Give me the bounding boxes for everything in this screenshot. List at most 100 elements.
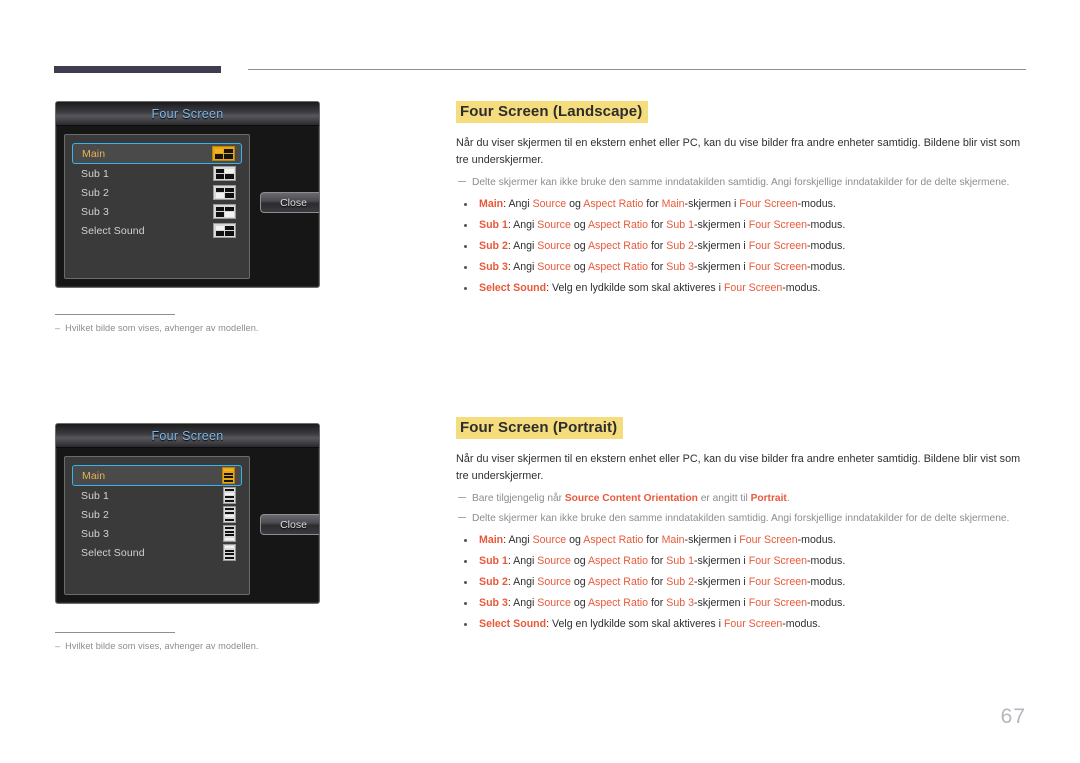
osd-menu-item-sub-2[interactable]: Sub 2 — [72, 505, 242, 524]
bullet-item-sub-1: Sub 1: Angi Source og Aspect Ratio for S… — [456, 218, 1026, 233]
osd-menu-item-label: Sub 3 — [81, 527, 109, 540]
bullet-item-sub-1: Sub 1: Angi Source og Aspect Ratio for S… — [456, 554, 1026, 569]
bullet-text: for — [643, 198, 662, 211]
footnote-portrait: – Hvilket bilde som vises, avhenger av mo… — [55, 641, 258, 651]
stack-icon-row4 — [223, 525, 236, 542]
stack-icon-row2 — [223, 487, 236, 504]
bullet-item-sub-3: Sub 3: Angi Source og Aspect Ratio for S… — [456, 260, 1026, 275]
bullet-ref-aspect-ratio: Aspect Ratio — [587, 597, 649, 610]
osd-menu-list-landscape: Main Sub 1 Sub 2 Sub 3 Select Sound — [64, 134, 250, 279]
osd-menu-item-label: Main — [82, 147, 106, 160]
quadrant-icon-bottom-right — [213, 204, 236, 219]
bullet-text: -skjermen i — [693, 576, 749, 589]
bullet-term: Select Sound — [479, 282, 547, 295]
bullet-term: Sub 1 — [479, 219, 508, 232]
osd-side-panel-portrait: Close — [250, 456, 319, 595]
bullet-text: -modus. — [807, 219, 846, 232]
bullet-term: Sub 2 — [479, 240, 508, 253]
bullet-ref-four-screen: Four Screen — [748, 597, 808, 610]
osd-menu-item-sub-3[interactable]: Sub 3 — [72, 524, 242, 543]
footnote-rule-landscape — [55, 314, 175, 315]
bullet-ref-screen: Sub 1 — [666, 219, 694, 232]
quadrant-icon-top-left — [213, 223, 236, 238]
bullet-text: -skjermen i — [693, 555, 749, 568]
bullet-item-select-sound: Select Sound: Velg en lydkilde som skal … — [456, 617, 1026, 632]
footnote-landscape: – Hvilket bilde som vises, avhenger av mo… — [55, 323, 258, 333]
osd-menu-item-label: Sub 2 — [81, 186, 109, 199]
bullet-item-select-sound: Select Sound: Velg en lydkilde som skal … — [456, 281, 1026, 296]
bullet-text: : Angi — [507, 240, 538, 253]
bullet-text: -skjermen i — [684, 534, 740, 547]
close-button[interactable]: Close — [260, 192, 319, 213]
bullet-text: og — [570, 555, 588, 568]
osd-menu-list-portrait: Main Sub 1 Sub 2 Sub 3 Select Sound — [64, 456, 250, 595]
footnote-dash: – — [55, 641, 61, 651]
section-portrait: Four Screen (Portrait) Når du viser skje… — [456, 417, 1026, 638]
note-orientation-portrait: Bare tilgjengelig når Source Content Ori… — [456, 491, 1026, 507]
bullet-list-portrait: Main: Angi Source og Aspect Ratio for Ma… — [456, 533, 1026, 632]
close-button[interactable]: Close — [260, 514, 319, 535]
quadrant-icon-top-left-gold — [212, 146, 235, 161]
bullet-text: -skjermen i — [684, 198, 740, 211]
bullet-item-main: Main: Angi Source og Aspect Ratio for Ma… — [456, 533, 1026, 548]
bullet-text: og — [570, 261, 588, 274]
note-pre: Bare tilgjengelig når — [472, 493, 565, 505]
bullet-text: -skjermen i — [693, 261, 749, 274]
bullet-ref-source: Source — [532, 534, 567, 547]
bullet-text: for — [648, 597, 667, 610]
bullet-ref-aspect-ratio: Aspect Ratio — [587, 576, 649, 589]
osd-body-portrait: Main Sub 1 Sub 2 Sub 3 Select Sound Close — [56, 448, 319, 603]
bullet-text: og — [566, 534, 584, 547]
bullet-ref-aspect-ratio: Aspect Ratio — [587, 555, 649, 568]
osd-side-panel-landscape: Close — [250, 134, 319, 279]
bullet-ref-aspect-ratio: Aspect Ratio — [583, 198, 644, 211]
section-title-portrait: Four Screen (Portrait) — [456, 417, 624, 439]
header-rule — [248, 69, 1026, 70]
bullet-item-main: Main: Angi Source og Aspect Ratio for Ma… — [456, 197, 1026, 212]
osd-menu-item-sub-3[interactable]: Sub 3 — [72, 202, 242, 221]
bullet-ref-source: Source — [537, 555, 571, 568]
bullet-ref-screen: Sub 2 — [666, 576, 694, 589]
bullet-ref-four-screen: Four Screen — [748, 240, 808, 253]
note-highlight-portrait: Portrait — [750, 493, 787, 505]
bullet-term: Sub 2 — [479, 576, 508, 589]
bullet-text: -modus. — [807, 576, 846, 589]
note-highlight-source-content-orientation: Source Content Orientation — [564, 493, 698, 505]
footnote-dash: – — [55, 323, 61, 333]
note-split-screen-portrait: Delte skjermer kan ikke bruke den samme … — [456, 511, 1026, 527]
bullet-text: for — [648, 576, 667, 589]
bullet-text: : Angi — [507, 555, 538, 568]
bullet-item-sub-2: Sub 2: Angi Source og Aspect Ratio for S… — [456, 575, 1026, 590]
bullet-list-landscape: Main: Angi Source og Aspect Ratio for Ma… — [456, 197, 1026, 296]
bullet-term: Sub 3 — [479, 261, 508, 274]
stack-icon-row1-gold — [222, 467, 235, 484]
quadrant-icon-top-right — [213, 166, 236, 181]
bullet-ref-source: Source — [537, 576, 571, 589]
osd-menu-item-select-sound[interactable]: Select Sound — [72, 221, 242, 240]
bullet-text: -modus. — [807, 261, 846, 274]
osd-panel-landscape: Four Screen Main Sub 1 Sub 2 Sub 3 Select So… — [55, 101, 320, 288]
osd-menu-item-sub-1[interactable]: Sub 1 — [72, 164, 242, 183]
bullet-text: -modus. — [782, 618, 821, 631]
osd-menu-item-main[interactable]: Main — [72, 143, 242, 164]
bullet-text: : Angi — [507, 597, 538, 610]
bullet-ref-four-screen: Four Screen — [748, 219, 808, 232]
note-post: . — [786, 493, 790, 505]
osd-menu-item-main[interactable]: Main — [72, 465, 242, 486]
bullet-ref-source: Source — [537, 219, 571, 232]
bullet-term: Sub 3 — [479, 597, 508, 610]
bullet-ref-source: Source — [537, 261, 571, 274]
osd-menu-item-sub-2[interactable]: Sub 2 — [72, 183, 242, 202]
bullet-text: for — [643, 534, 662, 547]
bullet-text: -modus. — [797, 198, 836, 211]
bullet-text: -modus. — [797, 534, 836, 547]
osd-menu-item-sub-1[interactable]: Sub 1 — [72, 486, 242, 505]
bullet-ref-source: Source — [537, 240, 571, 253]
section-landscape: Four Screen (Landscape) Når du viser skj… — [456, 101, 1026, 302]
bullet-text: -skjermen i — [693, 219, 749, 232]
osd-menu-item-label: Sub 1 — [81, 489, 109, 502]
bullet-ref-four-screen: Four Screen — [723, 282, 783, 295]
bullet-term: Main — [479, 534, 504, 547]
note-split-screen-landscape: Delte skjermer kan ikke bruke den samme … — [456, 175, 1026, 191]
osd-menu-item-select-sound[interactable]: Select Sound — [72, 543, 242, 562]
